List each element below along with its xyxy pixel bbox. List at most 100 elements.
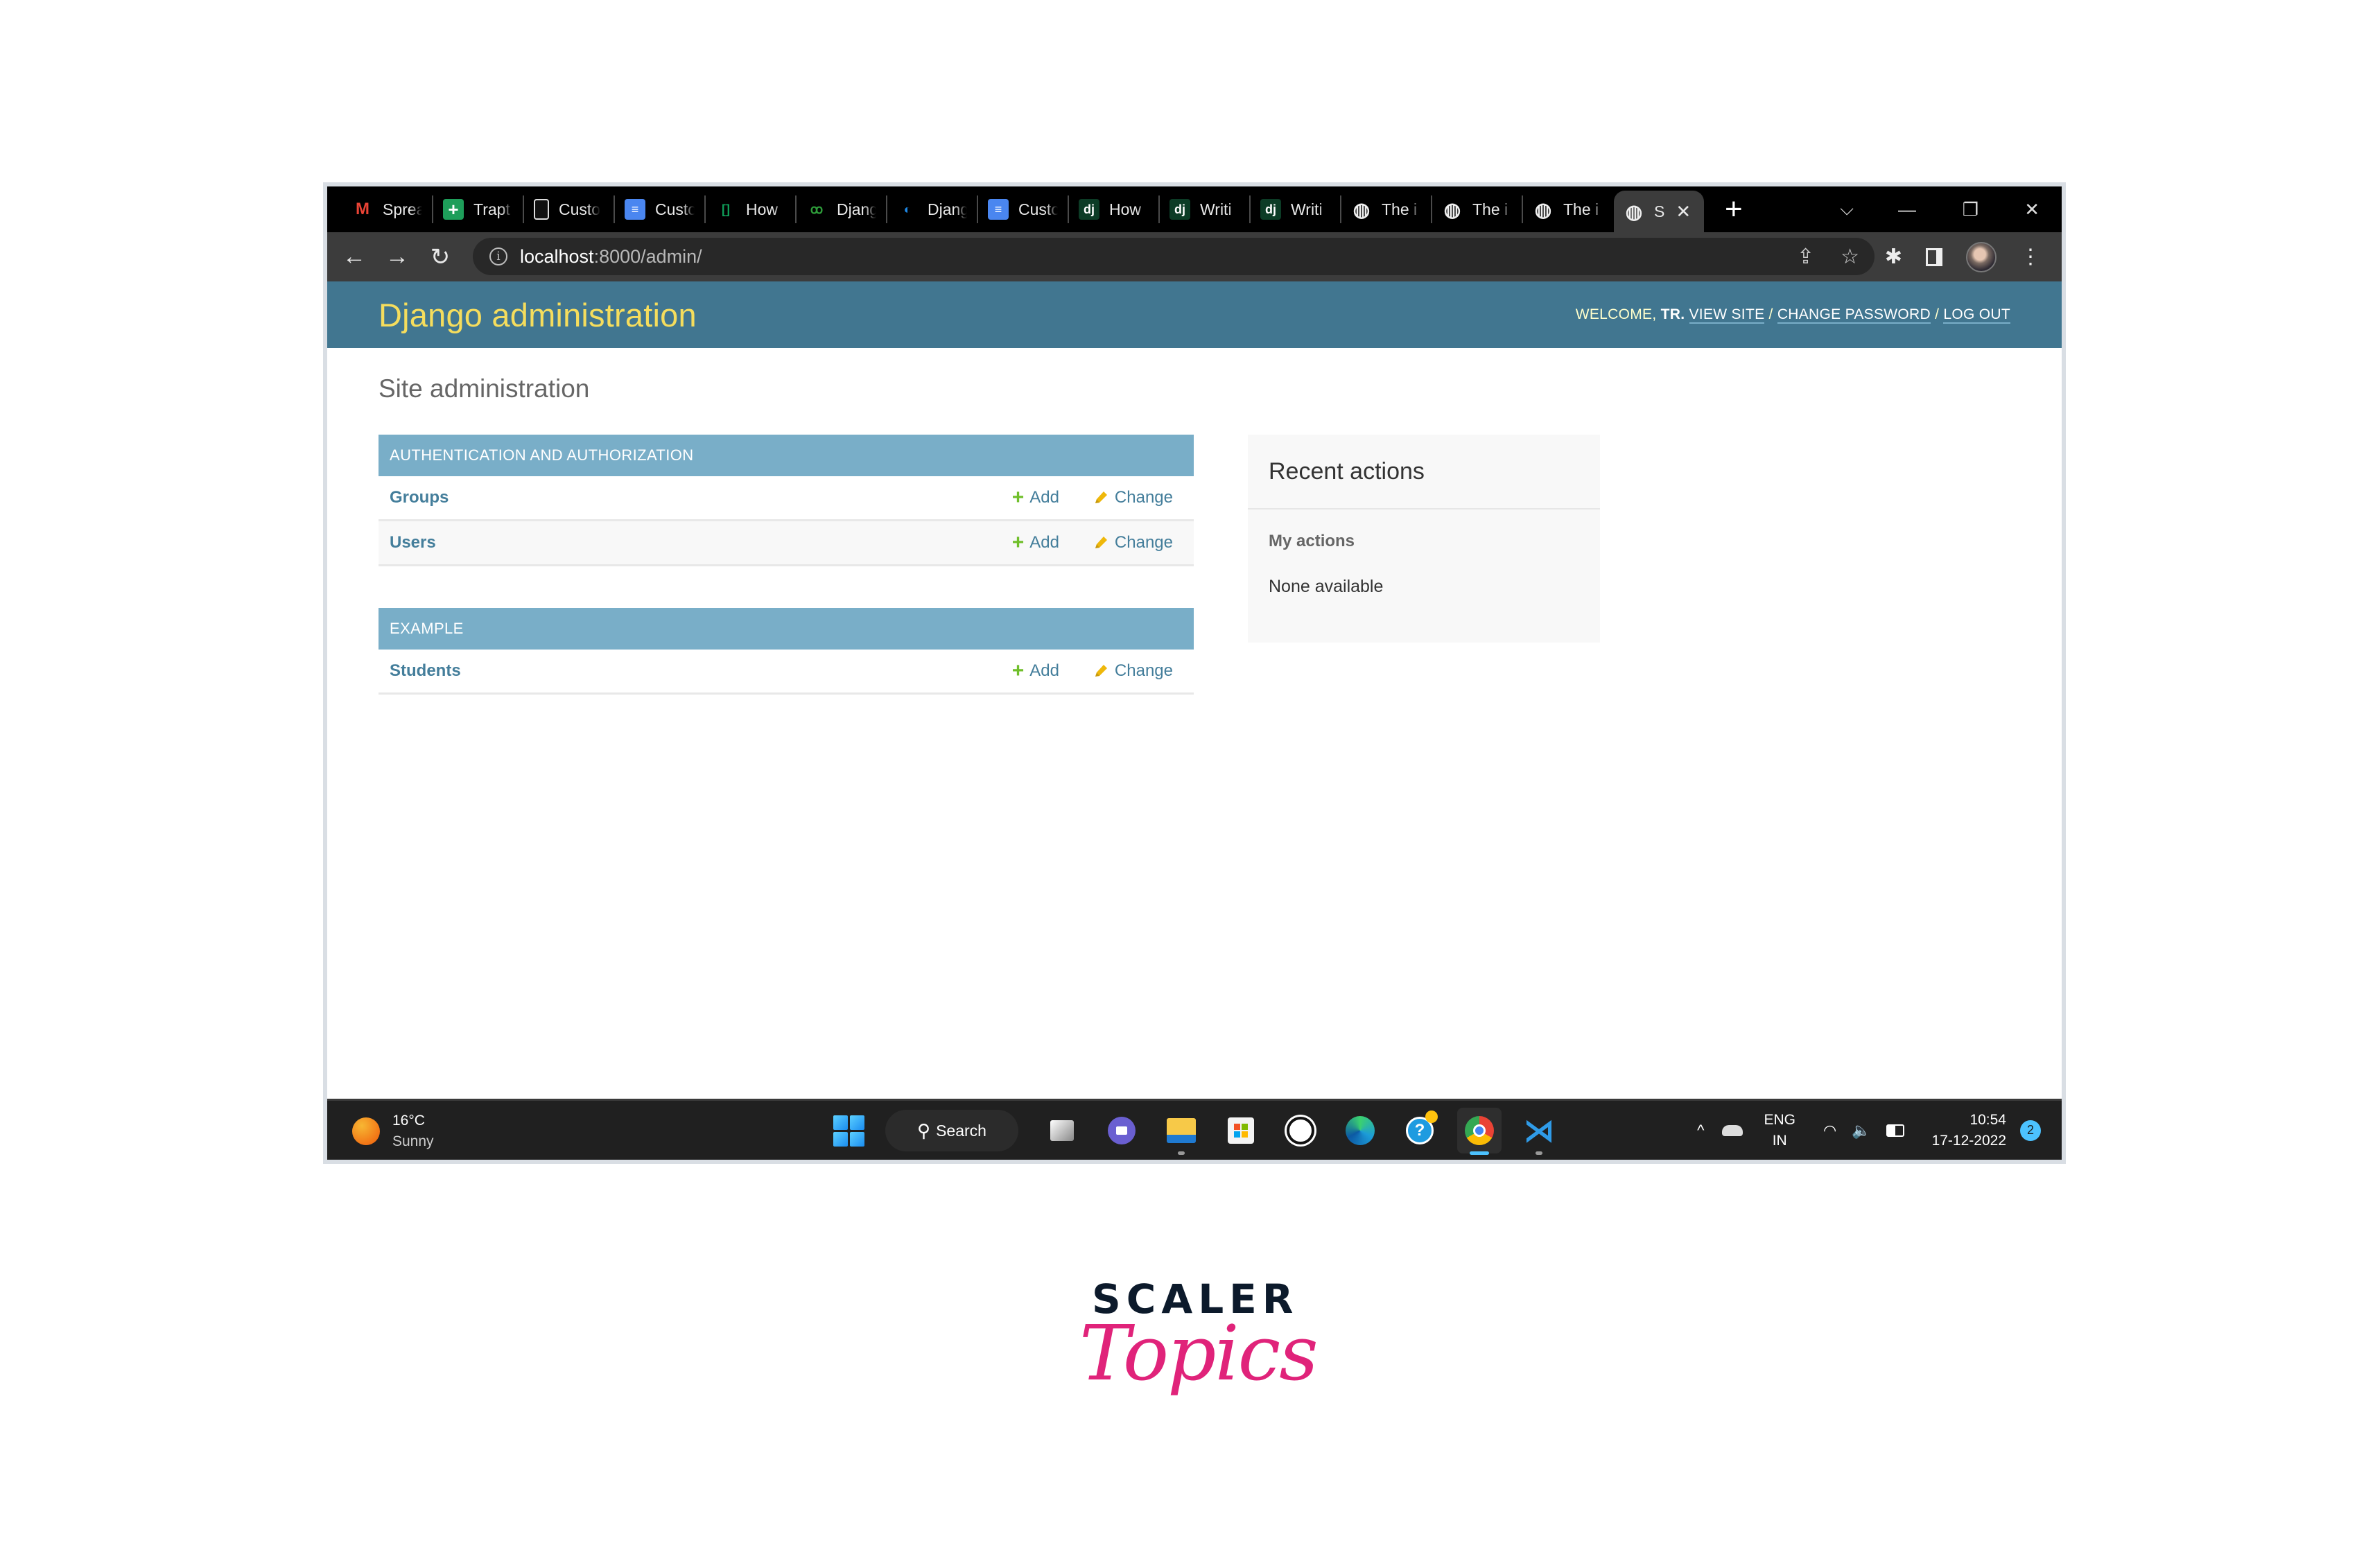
browser-tab[interactable]: dj How bbox=[1069, 195, 1160, 223]
system-tray: ^ ENG IN ◠ 🔈 10:54 17-12-2022 2 bbox=[1697, 1101, 2041, 1160]
logo-topics-text: Topics bbox=[1079, 1309, 1319, 1397]
view-site-link[interactable]: View site bbox=[1689, 306, 1765, 324]
back-button[interactable]: ← bbox=[333, 243, 376, 270]
browser-tab[interactable]: [] How bbox=[706, 195, 797, 223]
sheets-icon: + bbox=[443, 199, 464, 220]
django-alt-icon: ꝏ bbox=[810, 202, 824, 216]
module-caption[interactable]: Authentication and Authorization bbox=[379, 435, 1194, 476]
tab-search-chevron-icon[interactable]: ⌵ bbox=[1840, 186, 1854, 232]
notification-badge[interactable]: 2 bbox=[2020, 1120, 2041, 1141]
taskbar-search-button[interactable]: ⚲ Search bbox=[885, 1110, 1018, 1151]
browser-tab[interactable]: ≡ Custo bbox=[615, 195, 706, 223]
pencil-icon bbox=[1095, 537, 1107, 548]
browser-tab[interactable]: M Sprea bbox=[342, 195, 433, 223]
task-view-icon[interactable] bbox=[1040, 1108, 1084, 1153]
browser-tab[interactable]: + Trapt bbox=[433, 195, 524, 223]
browser-toolbar: ← → ↻ i localhost:8000/admin/ ⇪ ☆ ✱ ⋮ bbox=[327, 232, 2062, 281]
my-actions-heading: My actions bbox=[1269, 532, 1355, 550]
recent-actions-panel: Recent actions My actions None available bbox=[1248, 435, 1600, 643]
browser-tab[interactable]: ◍ The i bbox=[1523, 195, 1614, 223]
change-password-link[interactable]: Change password bbox=[1777, 306, 1931, 324]
profile-avatar[interactable] bbox=[1966, 241, 1997, 272]
browser-tab-active[interactable]: ◍ S ✕ bbox=[1614, 191, 1704, 232]
volume-icon[interactable]: 🔈 bbox=[1852, 1122, 1870, 1140]
add-students-link[interactable]: + Add bbox=[1012, 661, 1059, 681]
globe-icon: ◍ bbox=[1443, 198, 1461, 220]
browser-tab[interactable]: ꝏ Djang bbox=[797, 195, 887, 223]
side-panel-icon[interactable] bbox=[1926, 247, 1942, 266]
admin-header: Django administration Welcome, TR. View … bbox=[327, 281, 2062, 348]
get-help-icon[interactable]: ? bbox=[1398, 1108, 1442, 1153]
close-tab-icon[interactable]: ✕ bbox=[1676, 201, 1691, 223]
clock[interactable]: 10:54 17-12-2022 bbox=[1932, 1110, 2006, 1151]
site-branding[interactable]: Django administration bbox=[379, 296, 697, 334]
geeksforgeeks-icon: [] bbox=[722, 202, 730, 216]
teams-chat-icon[interactable] bbox=[1099, 1108, 1144, 1153]
restore-button[interactable]: ❐ bbox=[1963, 186, 1978, 232]
file-explorer-icon[interactable] bbox=[1159, 1108, 1203, 1155]
reload-button[interactable]: ↻ bbox=[419, 243, 462, 271]
pycharm-icon: ◐ bbox=[903, 202, 912, 216]
windows-taskbar: 16°C Sunny ⚲ Search ? ⋊ ^ ENG IN ◠ 🔈 10:… bbox=[327, 1099, 2062, 1160]
django-icon: dj bbox=[1079, 199, 1099, 220]
model-row-users: Users + Add Change bbox=[379, 521, 1194, 566]
plus-icon: + bbox=[1011, 531, 1025, 554]
module-caption[interactable]: Example bbox=[379, 608, 1194, 650]
wifi-icon[interactable]: ◠ bbox=[1823, 1122, 1836, 1140]
browser-tab[interactable]: dj Writi bbox=[1251, 195, 1341, 223]
browser-window: M Sprea + Trapt Custo ≡ Custo [] How ꝏ Djang … bbox=[327, 186, 2062, 1160]
change-users-link[interactable]: Change bbox=[1093, 533, 1173, 552]
address-bar[interactable]: i localhost:8000/admin/ ⇪ ☆ bbox=[473, 238, 1875, 275]
change-students-link[interactable]: Change bbox=[1093, 661, 1173, 681]
add-users-link[interactable]: + Add bbox=[1012, 532, 1059, 553]
github-desktop-icon[interactable] bbox=[1278, 1108, 1323, 1153]
forward-button[interactable]: → bbox=[376, 243, 419, 270]
google-docs-icon: ≡ bbox=[625, 199, 645, 220]
browser-tab[interactable]: ◐ Djang bbox=[887, 195, 978, 223]
browser-tab[interactable]: ≡ Custo bbox=[978, 195, 1069, 223]
log-out-link[interactable]: Log out bbox=[1943, 306, 2010, 324]
show-hidden-icons-chevron[interactable]: ^ bbox=[1697, 1122, 1704, 1140]
vscode-icon[interactable]: ⋊ bbox=[1517, 1108, 1561, 1155]
microsoft-store-icon[interactable] bbox=[1219, 1108, 1263, 1153]
django-icon: dj bbox=[1260, 199, 1281, 220]
google-docs-icon: ≡ bbox=[988, 199, 1009, 220]
document-icon bbox=[534, 199, 549, 220]
recent-actions-title: Recent actions bbox=[1248, 435, 1600, 509]
chrome-icon[interactable] bbox=[1457, 1108, 1502, 1155]
pencil-icon bbox=[1095, 665, 1107, 677]
search-icon: ⚲ bbox=[917, 1120, 931, 1141]
browser-tab[interactable]: dj Writi bbox=[1160, 195, 1251, 223]
new-tab-button[interactable]: + bbox=[1725, 192, 1743, 227]
share-icon[interactable]: ⇪ bbox=[1797, 245, 1814, 269]
input-language[interactable]: ENG IN bbox=[1764, 1110, 1795, 1151]
page-title: Site administration bbox=[379, 374, 590, 403]
module-auth: Authentication and Authorization Groups … bbox=[379, 435, 1194, 566]
model-link-groups[interactable]: Groups bbox=[390, 488, 449, 507]
django-icon: dj bbox=[1169, 199, 1190, 220]
windows-start-icon[interactable] bbox=[833, 1115, 864, 1147]
screenshot-frame: M Sprea + Trapt Custo ≡ Custo [] How ꝏ Djang … bbox=[323, 182, 2066, 1164]
browser-tab[interactable]: ◍ The i bbox=[1341, 195, 1432, 223]
model-link-users[interactable]: Users bbox=[390, 533, 436, 552]
gmail-icon: M bbox=[356, 200, 369, 218]
weather-widget[interactable]: 16°C Sunny bbox=[352, 1110, 434, 1152]
site-info-icon[interactable]: i bbox=[489, 247, 507, 265]
edge-icon[interactable] bbox=[1338, 1108, 1382, 1153]
browser-tab[interactable]: ◍ The i bbox=[1432, 195, 1523, 223]
menu-kebab-icon[interactable]: ⋮ bbox=[2020, 245, 2041, 269]
battery-icon[interactable] bbox=[1886, 1124, 1904, 1137]
extensions-puzzle-icon[interactable]: ✱ bbox=[1885, 245, 1902, 269]
close-window-button[interactable]: ✕ bbox=[2024, 186, 2039, 232]
model-link-students[interactable]: Students bbox=[390, 661, 461, 681]
onedrive-cloud-icon[interactable] bbox=[1722, 1124, 1743, 1136]
browser-tab[interactable]: Custo bbox=[524, 195, 615, 223]
change-groups-link[interactable]: Change bbox=[1093, 488, 1173, 507]
plus-icon: + bbox=[1011, 486, 1025, 509]
bookmark-star-icon[interactable]: ☆ bbox=[1841, 245, 1859, 269]
admin-content: Site administration Authentication and A… bbox=[379, 348, 2010, 1099]
minimize-button[interactable]: — bbox=[1898, 186, 1916, 232]
recent-actions-empty: None available bbox=[1269, 577, 1384, 596]
module-example: Example Students + Add Change bbox=[379, 608, 1194, 695]
add-groups-link[interactable]: + Add bbox=[1012, 487, 1059, 508]
